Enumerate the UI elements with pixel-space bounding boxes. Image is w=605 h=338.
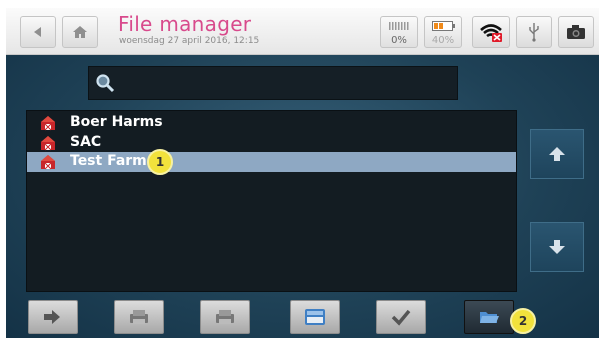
scroll-down-button[interactable]	[530, 222, 584, 272]
battery-indicator: 40%	[424, 16, 462, 48]
app-window: File manager woensdag 27 april 2016, 12:…	[0, 0, 605, 338]
search-icon	[96, 74, 115, 93]
battery-value: 40%	[431, 35, 455, 46]
farm-icon	[41, 116, 55, 131]
marker-badge-1: 1	[147, 149, 173, 175]
battery-icon	[432, 21, 455, 31]
date-time: woensdag 27 april 2016, 12:15	[119, 36, 260, 46]
file-label: Test Farm	[70, 153, 147, 169]
print-icon	[130, 310, 148, 324]
search-input[interactable]	[121, 71, 455, 97]
list-item[interactable]: Boer Harms	[27, 113, 516, 133]
page-title: File manager	[118, 12, 252, 36]
wifi-disconnected-icon	[480, 24, 502, 42]
list-item[interactable]: SAC	[27, 133, 516, 153]
camera-icon	[567, 25, 585, 39]
back-icon	[34, 27, 41, 37]
home-button[interactable]	[62, 16, 98, 48]
camera-button[interactable]	[558, 16, 594, 48]
open-folder-icon	[480, 312, 499, 323]
file-label: Boer Harms	[70, 114, 163, 130]
usb-button[interactable]	[516, 16, 552, 48]
print-button[interactable]	[114, 300, 164, 334]
farm-icon	[41, 155, 55, 170]
memory-bar-icon	[389, 22, 409, 30]
header-bar: File manager woensdag 27 april 2016, 12:…	[6, 8, 599, 55]
memory-indicator: 0%	[380, 16, 418, 48]
check-icon	[391, 309, 411, 326]
exit-button[interactable]	[28, 300, 78, 334]
memory-value: 0%	[391, 35, 407, 46]
exit-icon	[44, 310, 60, 324]
print-alt-icon	[216, 310, 234, 324]
file-label: SAC	[70, 134, 102, 150]
search-box[interactable]	[88, 66, 458, 100]
print-alt-button[interactable]	[200, 300, 250, 334]
wifi-button[interactable]	[472, 16, 510, 48]
file-list: Boer Harms SAC Test Farm	[26, 110, 517, 292]
usb-icon	[529, 23, 539, 42]
open-folder-button[interactable]	[464, 300, 514, 334]
keyboard-button[interactable]	[290, 300, 340, 334]
arrow-down-icon	[549, 240, 565, 254]
farm-icon	[41, 136, 55, 151]
marker-badge-2: 2	[510, 308, 536, 334]
list-item-selected[interactable]: Test Farm	[27, 152, 516, 172]
back-button[interactable]	[20, 16, 56, 48]
keyboard-icon	[305, 309, 325, 325]
confirm-button[interactable]	[376, 300, 426, 334]
arrow-up-icon	[549, 147, 565, 161]
home-icon	[73, 26, 87, 38]
scroll-up-button[interactable]	[530, 129, 584, 179]
